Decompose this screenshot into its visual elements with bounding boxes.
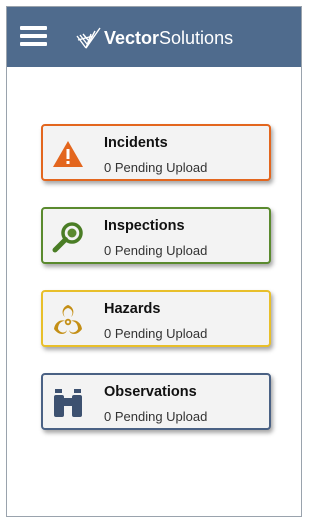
card-title: Observations	[104, 384, 197, 400]
pending-upload-status: 0 Pending Upload	[104, 409, 208, 424]
pending-upload-status: 0 Pending Upload	[104, 243, 208, 258]
warning-triangle-icon	[53, 141, 83, 167]
observations-card[interactable]: Observations 0 Pending Upload	[41, 373, 271, 430]
app-header: VectorSolutions	[7, 7, 301, 67]
incidents-card[interactable]: Incidents 0 Pending Upload	[41, 124, 271, 181]
card-title: Hazards	[104, 301, 161, 317]
binoculars-icon	[54, 389, 82, 417]
pending-upload-status: 0 Pending Upload	[104, 326, 208, 341]
hazards-card[interactable]: Hazards 0 Pending Upload	[41, 290, 271, 347]
vector-solutions-logo-icon	[76, 27, 101, 49]
app-frame: VectorSolutions Incidents 0 Pending Uplo…	[6, 6, 302, 517]
menu-icon[interactable]	[20, 26, 47, 46]
inspections-card[interactable]: Inspections 0 Pending Upload	[41, 207, 271, 264]
pending-upload-status: 0 Pending Upload	[104, 160, 208, 175]
card-title: Inspections	[104, 218, 185, 234]
biohazard-icon	[54, 305, 82, 334]
app-logo: VectorSolutions	[75, 24, 233, 52]
card-title: Incidents	[104, 135, 168, 151]
brand-name: VectorSolutions	[104, 27, 234, 48]
magnifier-icon	[52, 222, 83, 253]
